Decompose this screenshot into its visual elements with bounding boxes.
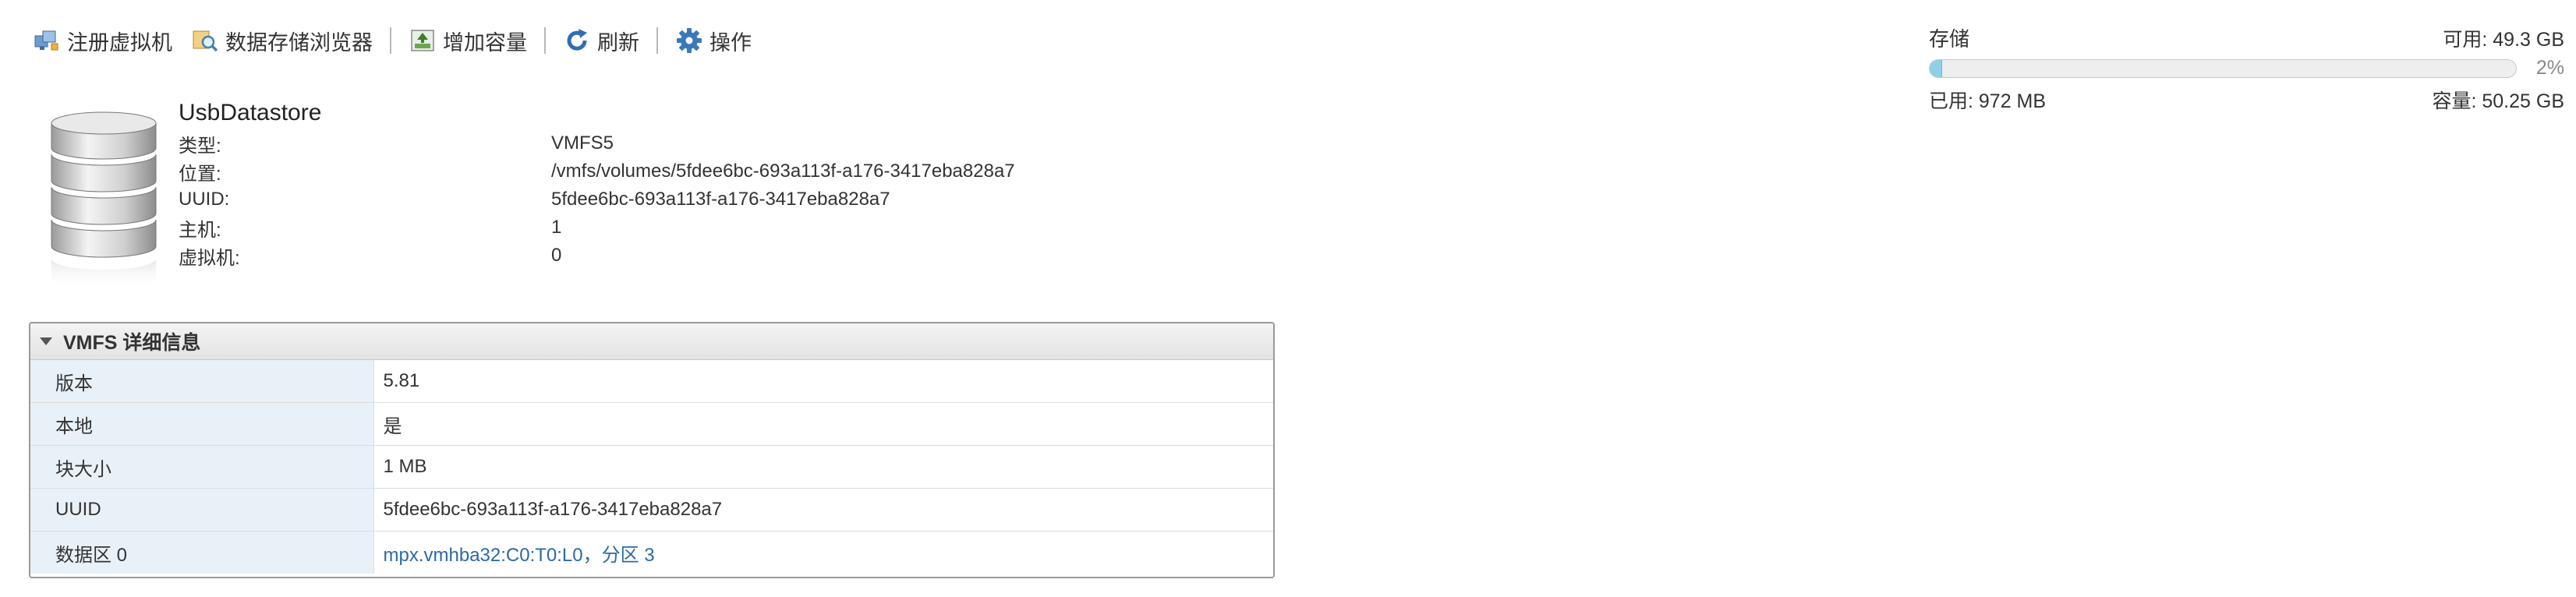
info-label: 虚拟机:: [179, 247, 240, 269]
storage-free: 可用: 49.3 GB: [2443, 28, 2564, 51]
storage-title: 存储: [1929, 27, 1970, 51]
table-key: 数据区 0: [30, 531, 374, 574]
storage-used: 已用: 972 MB: [1929, 90, 2047, 112]
table-key: 块大小: [30, 445, 374, 489]
info-row-type: 类型: VMFS5: [179, 129, 1015, 157]
table-row: 数据区 0 mpx.vmhba32:C0:T0:L0，分区 3: [30, 531, 1273, 574]
collapse-caret-icon[interactable]: [40, 337, 52, 345]
toolbar-separator: [656, 27, 658, 54]
actions-label: 操作: [709, 30, 752, 55]
info-row-uuid: UUID: 5fdee6bc-693a113f-a176-3417eba828a…: [179, 185, 1015, 214]
storage-percent: 2%: [2535, 57, 2564, 79]
datastore-browser-label: 数据存储浏览器: [225, 30, 373, 55]
increase-capacity-icon: [409, 26, 437, 55]
vmfs-details-header[interactable]: VMFS 详细信息: [30, 323, 1273, 360]
datastore-icon: [45, 109, 162, 296]
refresh-label: 刷新: [597, 30, 639, 55]
datastore-browser-button[interactable]: 数据存储浏览器: [191, 22, 373, 59]
storage-capacity: 容量: 50.25 GB: [2432, 90, 2564, 112]
storage-summary: 存储 可用: 49.3 GB 2% 已用: 972 MB 容量: 50.25 G…: [1929, 23, 2564, 114]
datastore-name: UsbDatastore: [179, 100, 322, 125]
storage-usage-fill: [1930, 59, 1943, 77]
table-value: 5fdee6bc-693a113f-a176-3417eba828a7: [373, 488, 1273, 532]
vmfs-details-panel: VMFS 详细信息 版本 5.81 本地 是 块大小 1 MB UUID 5fd…: [29, 322, 1275, 578]
info-value: 5fdee6bc-693a113f-a176-3417eba828a7: [551, 189, 890, 210]
refresh-icon: [563, 26, 591, 55]
table-row: 版本 5.81: [30, 360, 1273, 403]
info-value: 1: [551, 217, 562, 238]
vmfs-details-table: 版本 5.81 本地 是 块大小 1 MB UUID 5fdee6bc-693a…: [30, 360, 1273, 574]
info-label: 类型:: [179, 135, 221, 157]
toolbar-separator: [544, 27, 546, 54]
table-key: 本地: [30, 402, 374, 446]
toolbar-separator: [390, 27, 391, 54]
table-value: 1 MB: [373, 445, 1273, 489]
info-row-hosts: 主机: 1: [179, 214, 1015, 242]
increase-capacity-button[interactable]: 增加容量: [409, 22, 527, 59]
increase-capacity-label: 增加容量: [443, 30, 527, 55]
table-key: UUID: [30, 488, 374, 532]
register-vm-icon: [33, 26, 61, 55]
table-row: 块大小 1 MB: [30, 445, 1273, 489]
info-value: 0: [551, 245, 562, 266]
vmfs-details-title: VMFS 详细信息: [63, 332, 201, 354]
table-key: 版本: [30, 360, 374, 403]
datastore-browser-icon: [191, 26, 219, 55]
register-vm-button[interactable]: 注册虚拟机: [33, 22, 172, 59]
gear-icon: [675, 26, 703, 55]
table-value: mpx.vmhba32:C0:T0:L0，分区 3: [373, 532, 1273, 574]
info-row-location: 位置: /vmfs/volumes/5fdee6bc-693a113f-a176…: [179, 157, 1015, 185]
toolbar: 注册虚拟机 数据存储浏览器 增加容量 刷新 操作: [33, 22, 752, 59]
extent-link[interactable]: mpx.vmhba32:C0:T0:L0，分区 3: [384, 545, 655, 566]
datastore-info: 类型: VMFS5 位置: /vmfs/volumes/5fdee6bc-693…: [179, 129, 1015, 270]
info-row-vms: 虚拟机: 0: [179, 242, 1015, 270]
info-value: /vmfs/volumes/5fdee6bc-693a113f-a176-341…: [551, 161, 1015, 182]
table-row: 本地 是: [30, 402, 1273, 446]
info-value: VMFS5: [551, 132, 614, 154]
register-vm-label: 注册虚拟机: [67, 30, 172, 55]
info-label: 主机:: [179, 219, 221, 241]
info-label: UUID:: [179, 189, 230, 210]
table-value: 5.81: [373, 360, 1273, 403]
table-value: 是: [373, 402, 1273, 446]
storage-usage-bar: [1929, 58, 2517, 78]
info-label: 位置:: [179, 163, 221, 185]
table-row: UUID 5fdee6bc-693a113f-a176-3417eba828a7: [30, 488, 1273, 532]
refresh-button[interactable]: 刷新: [563, 22, 639, 59]
actions-button[interactable]: 操作: [675, 22, 752, 59]
